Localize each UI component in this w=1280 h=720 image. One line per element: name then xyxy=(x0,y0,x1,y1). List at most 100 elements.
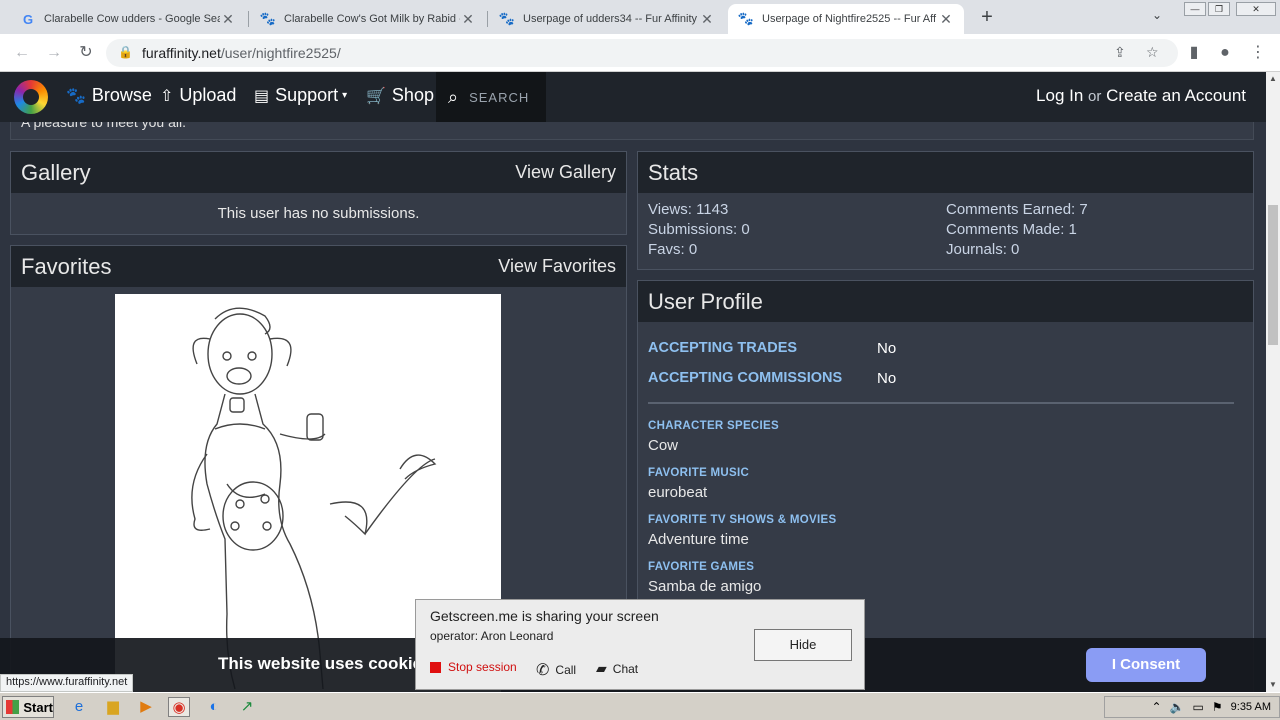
favorite-music-label: FAVORITE MUSIC xyxy=(648,467,750,479)
character-species-value: Cow xyxy=(648,437,679,454)
google-icon: G xyxy=(22,11,34,27)
tab-separator xyxy=(248,11,249,27)
clock[interactable]: 9:35 AM xyxy=(1231,701,1271,713)
new-tab-button[interactable]: + xyxy=(976,6,998,28)
user-profile-title: User Profile xyxy=(648,289,763,314)
stop-session-button[interactable]: Stop session xyxy=(430,660,517,674)
support-icon: ▤ xyxy=(254,87,270,105)
favorites-header: Favorites View Favorites xyxy=(11,246,626,287)
flag-icon[interactable]: ⚑ xyxy=(1212,700,1223,714)
tab-title: Clarabelle Cow's Got Milk by Rabid -- xyxy=(284,13,460,25)
scroll-down-arrow-icon[interactable]: ▼ xyxy=(1268,680,1278,689)
paw-icon: 🐾 xyxy=(259,11,277,26)
network-icon[interactable]: ▭ xyxy=(1193,700,1204,714)
ie-icon[interactable]: e xyxy=(68,697,90,717)
close-tab-icon[interactable]: ✕ xyxy=(938,11,954,28)
profile-description-text: A pleasure to meet you all. xyxy=(21,122,186,130)
folder-icon[interactable]: ▆ xyxy=(102,697,124,717)
kebab-menu-icon[interactable]: ⋮ xyxy=(1248,43,1268,63)
close-tab-icon[interactable]: ✕ xyxy=(699,11,715,28)
tab-udders34[interactable]: 🐾 Userpage of udders34 -- Fur Affinity ✕ xyxy=(489,4,725,34)
stat-comments-made: Comments Made: 1 xyxy=(946,221,1077,238)
link-status-bubble: https://www.furaffinity.net xyxy=(0,674,134,692)
tab-nightfire2525[interactable]: 🐾 Userpage of Nightfire2525 -- Fur Aff ✕ xyxy=(728,4,964,34)
edge-icon[interactable]: ◐ xyxy=(203,697,225,717)
paw-icon: 🐾 xyxy=(66,87,86,105)
star-icon[interactable]: ☆ xyxy=(1146,44,1159,61)
create-account-link[interactable]: Create an Account xyxy=(1106,86,1246,105)
volume-icon[interactable]: 🔈 xyxy=(1170,700,1185,714)
scrollbar-thumb[interactable] xyxy=(1268,205,1278,345)
gallery-header: Gallery View Gallery xyxy=(11,152,626,193)
stats-panel: Stats Views: 1143 Submissions: 0 Favs: 0… xyxy=(637,151,1254,270)
browser-tab-strip: G Clarabelle Cow udders - Google Sear ✕ … xyxy=(0,0,1280,34)
forward-arrow-icon[interactable]: → xyxy=(44,43,64,63)
call-label: Call xyxy=(555,663,577,677)
tray-arrow-icon[interactable]: ⌃ xyxy=(1152,700,1162,714)
consent-button[interactable]: I Consent xyxy=(1086,648,1206,682)
view-gallery-link[interactable]: View Gallery xyxy=(515,152,616,193)
back-arrow-icon[interactable]: ← xyxy=(12,43,32,63)
nav-shop[interactable]: 🛒 Shop xyxy=(366,85,434,106)
nav-search[interactable]: ⌕ SEARCH xyxy=(436,72,546,122)
tab-title: Userpage of udders34 -- Fur Affinity xyxy=(523,13,698,25)
chat-button[interactable]: ▰ Chat xyxy=(596,660,638,677)
gallery-title: Gallery xyxy=(21,160,91,185)
close-tab-icon[interactable]: ✕ xyxy=(220,11,236,28)
tab-google-search[interactable]: G Clarabelle Cow udders - Google Sear ✕ xyxy=(10,4,246,34)
stop-session-label: Stop session xyxy=(448,660,517,674)
address-field[interactable]: 🔒 furaffinity.net/user/nightfire2525/ ⇪ … xyxy=(106,39,1178,67)
favorite-tv-value: Adventure time xyxy=(648,531,749,548)
lock-icon[interactable]: 🔒 xyxy=(118,45,133,59)
login-link[interactable]: Log In xyxy=(1036,86,1083,105)
getscreen-icon[interactable]: ↗ xyxy=(236,697,258,717)
view-favorites-link[interactable]: View Favorites xyxy=(498,246,616,287)
media-player-icon[interactable]: ▶ xyxy=(135,697,157,717)
favorite-music-value: eurobeat xyxy=(648,484,708,501)
getscreen-operator: operator: Aron Leonard xyxy=(430,629,554,643)
search-label: SEARCH xyxy=(469,89,530,105)
side-panel-icon[interactable]: ▮ xyxy=(1184,43,1204,63)
restore-button[interactable]: ❐ xyxy=(1208,2,1230,16)
nav-upload-label: Upload xyxy=(179,85,237,105)
close-tab-icon[interactable]: ✕ xyxy=(460,11,476,28)
site-navbar: 🐾 Browse ⇧ Upload ▤ Support ▾ 🛒 Shop ⌕ S… xyxy=(0,72,1266,122)
close-window-button[interactable]: ✕ xyxy=(1236,2,1276,16)
gallery-panel: Gallery View Gallery This user has no su… xyxy=(10,151,627,235)
start-button[interactable]: Start xyxy=(2,696,54,718)
stop-icon xyxy=(430,661,441,673)
favorite-games-value: Samba de amigo xyxy=(648,578,762,595)
chevron-down-icon[interactable]: ⌄ xyxy=(1152,8,1162,22)
start-label: Start xyxy=(23,699,53,715)
hide-button[interactable]: Hide xyxy=(754,629,852,661)
chat-label: Chat xyxy=(612,661,639,676)
cookie-message: This website uses cookie xyxy=(218,654,423,673)
nav-upload[interactable]: ⇧ Upload xyxy=(160,85,236,106)
call-button[interactable]: ✆ Call xyxy=(536,660,576,680)
minimize-button[interactable]: — xyxy=(1184,2,1206,16)
user-profile-header: User Profile xyxy=(638,281,1253,322)
windows-taskbar: Start e ▆ ▶ ◉ ◐ ↗ ⌃ 🔈 ▭ ⚑ 9:35 AM xyxy=(0,692,1280,720)
getscreen-share-dialog: Getscreen.me is sharing your screen oper… xyxy=(415,599,865,690)
page-scrollbar[interactable] xyxy=(1266,72,1280,692)
caret-down-icon: ▾ xyxy=(342,90,348,101)
anyrun-watermark: ANY RUN xyxy=(1038,684,1236,692)
profile-avatar-icon[interactable]: ● xyxy=(1215,43,1235,63)
stat-comments-earned: Comments Earned: 7 xyxy=(946,201,1088,218)
url-text: furaffinity.net/user/nightfire2525/ xyxy=(142,45,341,61)
cart-icon: 🛒 xyxy=(366,87,386,105)
character-species-label: CHARACTER SPECIES xyxy=(648,420,779,432)
share-icon[interactable]: ⇪ xyxy=(1114,44,1126,61)
fa-logo[interactable] xyxy=(14,80,48,114)
paw-icon: 🐾 xyxy=(737,11,755,26)
chat-icon: ▰ xyxy=(596,660,607,676)
paw-icon: 🐾 xyxy=(498,11,516,26)
nav-browse[interactable]: 🐾 Browse xyxy=(66,85,152,106)
tab-clarabelle-milk[interactable]: 🐾 Clarabelle Cow's Got Milk by Rabid -- … xyxy=(250,4,486,34)
nav-support-label: Support xyxy=(275,85,339,105)
nav-support[interactable]: ▤ Support ▾ xyxy=(254,85,347,106)
scroll-up-arrow-icon[interactable]: ▲ xyxy=(1268,74,1278,83)
chrome-icon[interactable]: ◉ xyxy=(168,697,190,717)
tab-title: Clarabelle Cow udders - Google Sear xyxy=(44,13,220,25)
reload-icon[interactable]: ↻ xyxy=(76,43,96,63)
